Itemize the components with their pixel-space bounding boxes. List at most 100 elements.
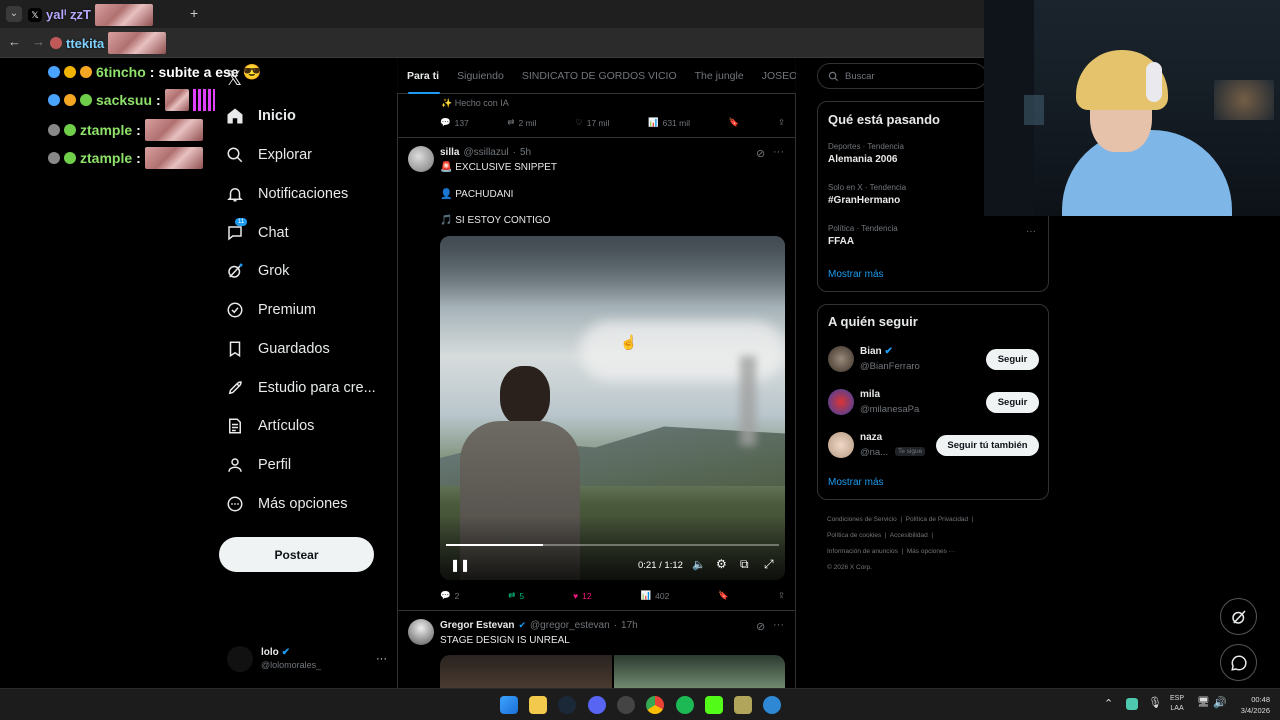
file-explorer-icon[interactable]	[529, 696, 547, 714]
bookmark-button[interactable]: 🔖	[718, 590, 729, 601]
tweet-author-handle[interactable]: @ssillazul	[463, 147, 508, 158]
like-button[interactable]: ♥ 12	[573, 591, 592, 601]
tray-app-icon[interactable]	[1126, 698, 1138, 710]
tab-siguiendo[interactable]: Siguiendo	[447, 70, 512, 82]
follow-button[interactable]: Seguir	[986, 349, 1039, 370]
account-switcher[interactable]: lolo ✔ @lolomorales_ ···	[227, 644, 387, 674]
network-icon[interactable]: 🖥	[1197, 697, 1210, 708]
sidebar-item-perfil[interactable]: Perfil	[226, 452, 291, 478]
more-dots-icon[interactable]: ···	[773, 146, 784, 158]
tweet-video[interactable]: ❚❚ 0:21 / 1:12 🔈 ⚙ ⧉ ⤢	[440, 236, 785, 580]
tweet-media[interactable]	[440, 655, 785, 688]
like-button[interactable]: ♡ 17 mil	[575, 117, 609, 128]
grok-float-button[interactable]	[1220, 598, 1257, 635]
trend-item[interactable]: Deportes · Tendencia Alemania 2006	[828, 142, 904, 165]
windows-start-icon[interactable]	[500, 696, 518, 714]
more-dots-icon[interactable]: ···	[376, 653, 387, 665]
tab-the-jungle[interactable]: The jungle	[685, 70, 752, 82]
reply-button[interactable]: 💬 137	[440, 117, 469, 128]
share-button[interactable]: ⇪	[778, 590, 785, 601]
follow-suggestion[interactable]: Bian ✔ @BianFerraro Seguir	[828, 345, 1040, 375]
sidebar-item-guardados[interactable]: Guardados	[226, 336, 330, 362]
tab-list-chevron-icon[interactable]: ⌄	[6, 6, 22, 22]
sidebar-item-articulos[interactable]: Artículos	[226, 413, 314, 439]
sidebar-item-notificaciones[interactable]: Notificaciones	[226, 181, 348, 207]
tab-sindicato[interactable]: SINDICATO DE GORDOS VICIO	[512, 70, 685, 82]
follow-name: naza	[860, 432, 883, 443]
follow-button[interactable]: Seguir	[986, 392, 1039, 413]
steam-icon[interactable]	[558, 696, 576, 714]
footer-link[interactable]: Política de Privacidad	[906, 516, 969, 523]
sidebar-item-chat[interactable]: 11 Chat	[226, 218, 289, 246]
browser-tab[interactable]: 𝕏 yalⁱ ȥzT	[28, 4, 188, 26]
show-more-link[interactable]: Mostrar más	[828, 269, 884, 280]
views-button[interactable]: 📊 631 mil	[648, 117, 690, 128]
avatar[interactable]	[408, 146, 434, 172]
bookmark-button[interactable]: 🔖	[729, 117, 740, 128]
x-logo-icon[interactable]: 𝕏	[226, 66, 242, 91]
tweet-author-name[interactable]: silla	[440, 147, 459, 158]
spotify-icon[interactable]	[676, 696, 694, 714]
follow-suggestion[interactable]: mila @milanesaPa Seguir	[828, 388, 1040, 418]
fullscreen-icon[interactable]: ⤢	[764, 557, 774, 572]
more-dots-icon[interactable]: ···	[773, 619, 784, 631]
discord-icon[interactable]	[588, 696, 606, 714]
sidebar-item-mas-opciones[interactable]: Más opciones	[226, 491, 347, 517]
footer-link[interactable]: Política de cookies	[827, 532, 881, 539]
sidebar-item-estudio[interactable]: Estudio para cre...	[226, 375, 376, 401]
forward-arrow-icon[interactable]: →	[32, 34, 45, 49]
kick-icon[interactable]	[705, 696, 723, 714]
volume-icon[interactable]: 🔊	[1213, 696, 1227, 709]
reply-button[interactable]: 💬 2	[440, 590, 459, 601]
tweet-author-name[interactable]: Gregor Estevan	[440, 620, 514, 631]
repost-button[interactable]: ⇄ 5	[508, 590, 524, 601]
tweet-actions: 💬 2 ⇄ 5 ♥ 12 📊 402 🔖 ⇪	[440, 590, 785, 601]
clock[interactable]: 00:48 3/4/2026	[1232, 694, 1270, 716]
trend-item[interactable]: Política · Tendencia FFAA	[828, 224, 898, 247]
repost-button[interactable]: ⇄ 2 mil	[507, 117, 536, 128]
more-dots-icon[interactable]: ···	[1026, 226, 1036, 237]
tab-joseo[interactable]: JOSEO	[752, 70, 796, 82]
pip-icon[interactable]: ⧉	[740, 557, 749, 572]
sidebar-item-grok[interactable]: Grok	[226, 258, 289, 284]
sidebar-item-premium[interactable]: Premium	[226, 297, 316, 323]
trend-item[interactable]: Solo en X · Tendencia #GranHermano	[828, 183, 906, 206]
repost-icon: ⇄	[507, 117, 515, 127]
grok-icon[interactable]: ⊘	[756, 147, 765, 160]
footer-link[interactable]: Accesibilidad	[890, 532, 928, 539]
back-arrow-icon[interactable]: ←	[8, 34, 21, 49]
microphone-icon[interactable]: 🎙	[1148, 696, 1162, 709]
grok-icon[interactable]: ⊘	[756, 620, 765, 633]
tweet-time[interactable]: 17h	[621, 620, 638, 631]
avatar[interactable]	[408, 619, 434, 645]
footer-link[interactable]: Información de anuncios	[827, 548, 898, 555]
tweet-author-handle[interactable]: @gregor_estevan	[530, 620, 610, 631]
follow-suggestion[interactable]: naza @na... Te sigue Seguir tú también	[828, 431, 1040, 461]
volume-icon[interactable]: 🔈	[692, 558, 706, 571]
search-input[interactable]: Buscar	[817, 63, 987, 89]
sidebar-item-inicio[interactable]: Inicio	[226, 103, 296, 129]
tweet-actions: 💬 137 ⇄ 2 mil ♡ 17 mil 📊 631 mil 🔖 ⇪	[440, 117, 785, 128]
share-button[interactable]: ⇪	[778, 117, 785, 128]
tray-chevron-icon[interactable]: ⌃	[1104, 697, 1113, 710]
address-field[interactable]: ttekita	[50, 32, 167, 54]
views-button[interactable]: 📊 402	[641, 590, 670, 601]
video-progress-track[interactable]	[446, 544, 779, 546]
app-icon[interactable]	[734, 696, 752, 714]
tab-para-ti[interactable]: Para ti	[397, 70, 447, 82]
settings-icon[interactable]: ⚙	[716, 557, 727, 571]
sidebar-item-explorar[interactable]: Explorar	[226, 142, 312, 168]
tweet-time[interactable]: 5h	[520, 147, 531, 158]
pause-icon[interactable]: ❚❚	[450, 558, 470, 572]
post-button[interactable]: Postear	[219, 537, 374, 572]
ccleaner-icon[interactable]	[763, 696, 781, 714]
chrome-icon[interactable]	[646, 696, 664, 714]
show-more-link[interactable]: Mostrar más	[828, 477, 884, 488]
new-tab-icon[interactable]: +	[190, 5, 198, 21]
follow-back-button[interactable]: Seguir tú también	[936, 435, 1039, 456]
footer-link[interactable]: Condiciones de Servicio	[827, 516, 897, 523]
footer-link[interactable]: Más opciones ···	[907, 548, 955, 555]
language-indicator[interactable]: ESP LAA	[1170, 694, 1184, 714]
app-icon[interactable]	[617, 696, 635, 714]
messages-float-button[interactable]	[1220, 644, 1257, 681]
